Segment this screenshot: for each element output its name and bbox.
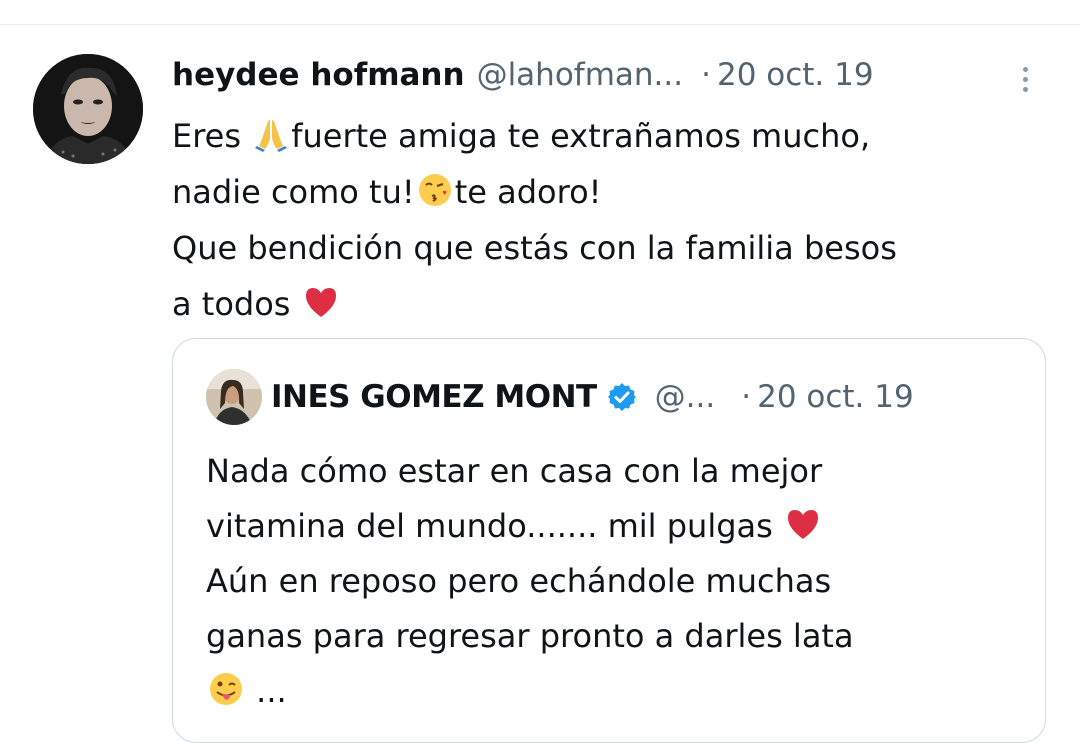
red-heart-emoji — [303, 284, 339, 320]
quoted-tweet[interactable]: INES GOMEZ MONT @... · 20 oct. 19 Nada c… — [172, 338, 1046, 743]
more-options-icon[interactable] — [1014, 59, 1036, 99]
tweet-text-line: Que bendición que estás con la familia b… — [172, 229, 897, 267]
tweet[interactable]: heydee hofmann @lahofman... · 20 oct. 19… — [0, 25, 1080, 743]
separator-dot: · — [741, 379, 752, 415]
quoted-text-line: vitamina del mundo....... mil pulgas — [206, 499, 1026, 554]
winking-face-with-tongue-emoji — [208, 671, 244, 707]
tweet-header: heydee hofmann @lahofman... · 20 oct. 19 — [172, 55, 874, 95]
tweet-text: Eres fuerte amiga te extrañamos mucho, n… — [172, 108, 1042, 332]
verified-badge-icon — [607, 382, 637, 412]
author-handle[interactable]: @lahofman... — [477, 57, 684, 93]
quoted-text-line: Aún en reposo pero echándole muchas — [206, 562, 832, 600]
quoted-author-handle[interactable]: @... — [655, 379, 716, 415]
quoted-tweet-date[interactable]: 20 oct. 19 — [757, 379, 914, 415]
quoted-text-line: Nada cómo estar en casa con la mejor — [206, 452, 823, 490]
quoted-text-line: ganas para regresar pronto a darles lata — [206, 617, 854, 655]
separator-dot: · — [701, 57, 711, 93]
tweet-text-line: Eres fuerte amiga te extrañamos mucho, — [172, 116, 871, 155]
folded-hands-emoji — [253, 116, 289, 152]
red-heart-emoji — [785, 506, 821, 542]
quoted-tweet-header: INES GOMEZ MONT @... · 20 oct. 19 — [271, 376, 914, 418]
quoted-author-display-name[interactable]: INES GOMEZ MONT — [271, 379, 597, 415]
tweet-date[interactable]: 20 oct. 19 — [717, 57, 874, 93]
quoted-text-line: ... — [206, 664, 1026, 719]
face-blowing-kiss-emoji — [417, 172, 453, 208]
quoted-author-avatar[interactable] — [206, 369, 262, 425]
tweet-text-line: a todos — [172, 276, 1042, 332]
quoted-tweet-text: Nada cómo estar en casa con la mejor vit… — [206, 444, 1026, 719]
tweet-text-line: nadie como tu! te adoro! — [172, 172, 602, 211]
author-display-name[interactable]: heydee hofmann — [172, 57, 465, 93]
author-avatar[interactable] — [33, 54, 143, 164]
